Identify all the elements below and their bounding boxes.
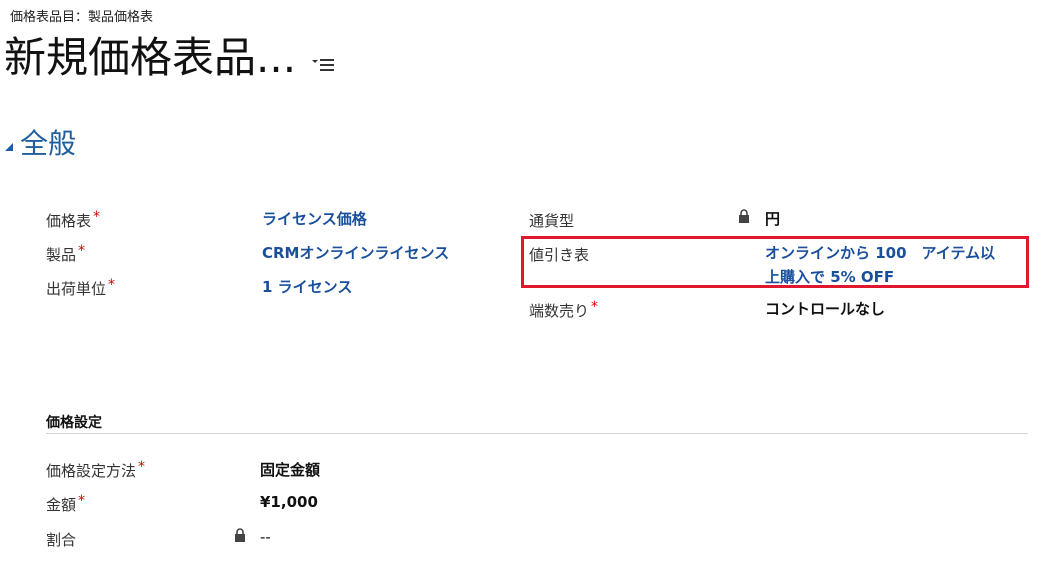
collapse-triangle-icon: [5, 143, 13, 151]
price-list-label-text: 価格表: [46, 212, 92, 230]
entity-type-breadcrumb: 価格表品目：製品価格表: [10, 10, 154, 25]
amount-label-text: 金額: [46, 496, 77, 514]
pricing-method-label-text: 価格設定方法: [46, 462, 137, 480]
unit-label-text: 出荷単位: [46, 280, 107, 298]
percentage-label: 割合: [46, 531, 77, 549]
price-list-label: 価格表 *: [46, 209, 101, 231]
required-marker: *: [93, 209, 101, 225]
pricing-subsection-header: 価格設定: [46, 415, 102, 431]
section-general-header[interactable]: 全般: [4, 124, 76, 164]
required-marker: *: [138, 459, 146, 475]
percentage-value: --: [260, 528, 271, 546]
title-row: 新規価格表品...: [4, 28, 336, 88]
unit-value[interactable]: 1 ライセンス: [262, 276, 352, 297]
section-title: 全般: [20, 127, 77, 160]
required-marker: *: [108, 277, 116, 293]
highlight-box: [521, 236, 1029, 288]
required-marker: *: [591, 299, 599, 315]
pricing-method-label: 価格設定方法 *: [46, 459, 146, 481]
lock-icon: [235, 528, 245, 542]
product-label: 製品 *: [46, 243, 86, 265]
title-menu-button[interactable]: [310, 55, 336, 75]
product-value[interactable]: CRMオンラインライセンス: [262, 242, 449, 263]
required-marker: *: [78, 243, 86, 259]
pricing-method-value[interactable]: 固定金額: [260, 459, 320, 480]
menu-icon: [312, 59, 335, 71]
amount-value[interactable]: ¥1,000: [260, 493, 318, 511]
amount-label: 金額 *: [46, 493, 86, 515]
currency-label: 通貨型: [529, 212, 575, 230]
lock-icon: [739, 209, 749, 223]
rounding-label-text: 端数売り: [529, 302, 590, 320]
form-page: 価格表品目：製品価格表 新規価格表品... 全般 価格表 * ライセンス価格 製品…: [0, 0, 1050, 571]
currency-value: 円: [765, 210, 781, 228]
unit-label: 出荷単位 *: [46, 277, 116, 299]
pricing-divider: [46, 433, 1028, 434]
rounding-value[interactable]: コントロールなし: [765, 298, 885, 319]
required-marker: *: [78, 493, 86, 509]
rounding-label: 端数売り *: [529, 299, 599, 321]
page-title: 新規価格表品...: [4, 33, 297, 82]
product-label-text: 製品: [46, 246, 77, 264]
price-list-value[interactable]: ライセンス価格: [262, 208, 367, 229]
